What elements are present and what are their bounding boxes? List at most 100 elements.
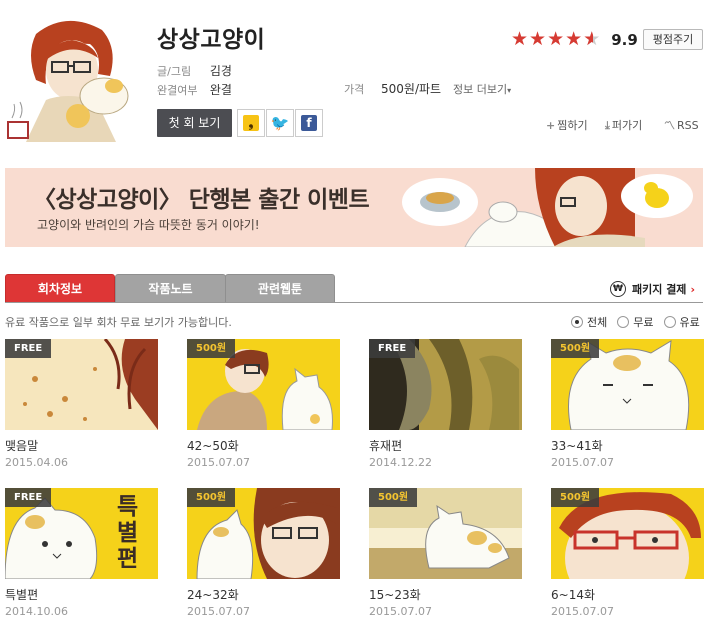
cover-image[interactable] bbox=[6, 14, 138, 142]
episode-thumbnail[interactable]: 500원 bbox=[369, 488, 522, 579]
episode-date: 2015.07.07 bbox=[551, 605, 614, 618]
won-icon: ₩ bbox=[610, 281, 626, 297]
star-rating: ★ ★ ★ ★ ★ 9.9 bbox=[511, 28, 638, 50]
tab-work-note[interactable]: 작품노트 bbox=[115, 274, 226, 303]
download-icon: ⤓ bbox=[605, 119, 610, 132]
status-value: 완결 bbox=[209, 83, 232, 97]
filter-all[interactable]: 전체 bbox=[571, 314, 607, 330]
filter-paid[interactable]: 유료 bbox=[663, 314, 700, 330]
episode-thumbnail[interactable]: FREE 특별편 bbox=[5, 488, 158, 579]
episode-thumbnail[interactable]: 500원 bbox=[551, 339, 704, 430]
package-label: 패키지 결제 bbox=[632, 283, 687, 296]
episode-card[interactable]: FREE 맺음말 2015.04.06 bbox=[5, 339, 158, 469]
share-facebook-button[interactable]: f bbox=[295, 109, 323, 137]
filter-free-label: 무료 bbox=[633, 316, 654, 329]
twitter-icon: 🐦 bbox=[270, 114, 290, 132]
filter-paid-label: 유료 bbox=[679, 316, 700, 329]
tab-divider bbox=[5, 302, 703, 303]
episode-card[interactable]: 500원 24~32화 2015.07.07 bbox=[187, 488, 340, 618]
kakaostory-icon: ❟ bbox=[243, 115, 259, 131]
free-badge: FREE bbox=[5, 488, 52, 507]
episode-date: 2015.07.07 bbox=[551, 456, 614, 469]
tab-episode-info[interactable]: 회차정보 bbox=[5, 274, 115, 303]
episode-title[interactable]: 15~23화 bbox=[369, 586, 522, 603]
star-icon: ★ bbox=[511, 28, 529, 50]
episode-date: 2015.07.07 bbox=[187, 456, 250, 469]
bookmark-link[interactable]: + 찜하기 bbox=[546, 117, 588, 133]
status-label: 완결여부 bbox=[157, 84, 198, 97]
rss-label: RSS bbox=[677, 119, 699, 132]
episode-date: 2014.12.22 bbox=[369, 456, 432, 469]
status-row: 완결여부 완결 bbox=[157, 81, 232, 98]
free-badge: FREE bbox=[5, 339, 52, 358]
episode-thumbnail[interactable]: FREE bbox=[369, 339, 522, 430]
price-label: 가격 bbox=[344, 83, 365, 96]
package-payment-link[interactable]: ₩ 패키지 결제 › bbox=[610, 281, 695, 297]
episode-date: 2015.07.07 bbox=[187, 605, 250, 618]
author-label: 글/그림 bbox=[157, 65, 192, 78]
rss-icon: 〽 bbox=[664, 119, 675, 132]
info-more-link[interactable]: 정보 더보기▾ bbox=[453, 81, 511, 97]
episode-thumbnail[interactable]: FREE bbox=[5, 339, 158, 430]
tab-related-webtoon[interactable]: 관련웹툰 bbox=[225, 274, 335, 303]
radio-checked[interactable] bbox=[571, 316, 583, 328]
episode-card[interactable]: FREE 특별편 특별편 2014.10.06 bbox=[5, 488, 158, 618]
episode-card[interactable]: 500원 6~14화 2015.07.07 bbox=[551, 488, 704, 618]
filter-group: 전체 무료 유료 bbox=[571, 314, 700, 330]
chevron-right-icon: › bbox=[690, 282, 695, 296]
facebook-icon: f bbox=[301, 115, 317, 131]
event-banner[interactable]: 〈상상고양이〉 단행본 출간 이벤트 고양이와 반려인의 가슴 따뜻한 동거 이… bbox=[5, 168, 703, 247]
price-badge: 500원 bbox=[187, 339, 236, 358]
episode-date: 2015.07.07 bbox=[369, 605, 432, 618]
free-badge: FREE bbox=[369, 339, 416, 358]
special-edition-text: 특별편 bbox=[117, 494, 139, 572]
episode-title[interactable]: 6~14화 bbox=[551, 586, 704, 603]
price-badge: 500원 bbox=[551, 488, 600, 507]
download-label: 퍼가기 bbox=[611, 119, 643, 132]
episode-title[interactable]: 휴재편 bbox=[369, 437, 522, 454]
star-icon: ★ bbox=[529, 28, 547, 50]
share-twitter-button[interactable]: 🐦 bbox=[266, 109, 294, 137]
episode-card[interactable]: FREE 휴재편 2014.12.22 bbox=[369, 339, 522, 469]
dropdown-arrow-icon: ▾ bbox=[507, 86, 512, 95]
star-icon: ★ bbox=[565, 28, 583, 50]
author-name[interactable]: 김경 bbox=[210, 64, 232, 78]
price-value: 500원/파트 bbox=[381, 82, 442, 96]
episode-title[interactable]: 24~32화 bbox=[187, 586, 340, 603]
filter-all-label: 전체 bbox=[587, 316, 608, 329]
episode-card[interactable]: 500원 42~50화 2015.07.07 bbox=[187, 339, 340, 469]
radio-unchecked[interactable] bbox=[663, 316, 676, 328]
episode-title[interactable]: 특별편 bbox=[5, 586, 158, 603]
price-badge: 500원 bbox=[187, 488, 236, 507]
episode-title[interactable]: 42~50화 bbox=[187, 437, 340, 454]
banner-illustration bbox=[402, 168, 693, 247]
bookmark-label: 찜하기 bbox=[557, 119, 588, 132]
webtoon-title: 상상고양이 bbox=[157, 27, 266, 53]
price-badge: 500원 bbox=[369, 488, 418, 507]
radio-unchecked[interactable] bbox=[617, 316, 630, 328]
filter-free[interactable]: 무료 bbox=[617, 314, 654, 330]
rate-button[interactable]: 평점주기 bbox=[643, 29, 703, 50]
free-notice: 유료 작품으로 일부 회차 무료 보기가 가능합니다. bbox=[5, 316, 232, 329]
rating-score: 9.9 bbox=[611, 30, 638, 49]
half-star-icon: ★ bbox=[583, 30, 600, 50]
first-episode-button[interactable]: 첫 회 보기 bbox=[157, 109, 232, 137]
star-icon: ★ bbox=[547, 28, 565, 50]
banner-title: 〈상상고양이〉 단행본 출간 이벤트 bbox=[33, 187, 370, 213]
author-row: 글/그림 김경 bbox=[157, 62, 232, 79]
episode-thumbnail[interactable]: 500원 bbox=[187, 488, 340, 579]
plus-icon: + bbox=[546, 119, 556, 132]
episode-thumbnail[interactable]: 500원 bbox=[187, 339, 340, 430]
rss-link[interactable]: 〽 RSS bbox=[664, 117, 699, 133]
download-link[interactable]: ⤓ 퍼가기 bbox=[605, 117, 642, 133]
episode-date: 2014.10.06 bbox=[5, 605, 68, 618]
episode-card[interactable]: 500원 33~41화 2015.07.07 bbox=[551, 339, 704, 469]
episode-card[interactable]: 500원 15~23화 2015.07.07 bbox=[369, 488, 522, 618]
info-more-label: 정보 더보기 bbox=[453, 83, 508, 96]
share-kakaostory-button[interactable]: ❟ bbox=[237, 109, 265, 137]
price-badge: 500원 bbox=[551, 339, 600, 358]
banner-subtitle: 고양이와 반려인의 가슴 따뜻한 동거 이야기! bbox=[37, 218, 260, 232]
episode-title[interactable]: 맺음말 bbox=[5, 437, 158, 454]
episode-thumbnail[interactable]: 500원 bbox=[551, 488, 704, 579]
episode-title[interactable]: 33~41화 bbox=[551, 437, 704, 454]
